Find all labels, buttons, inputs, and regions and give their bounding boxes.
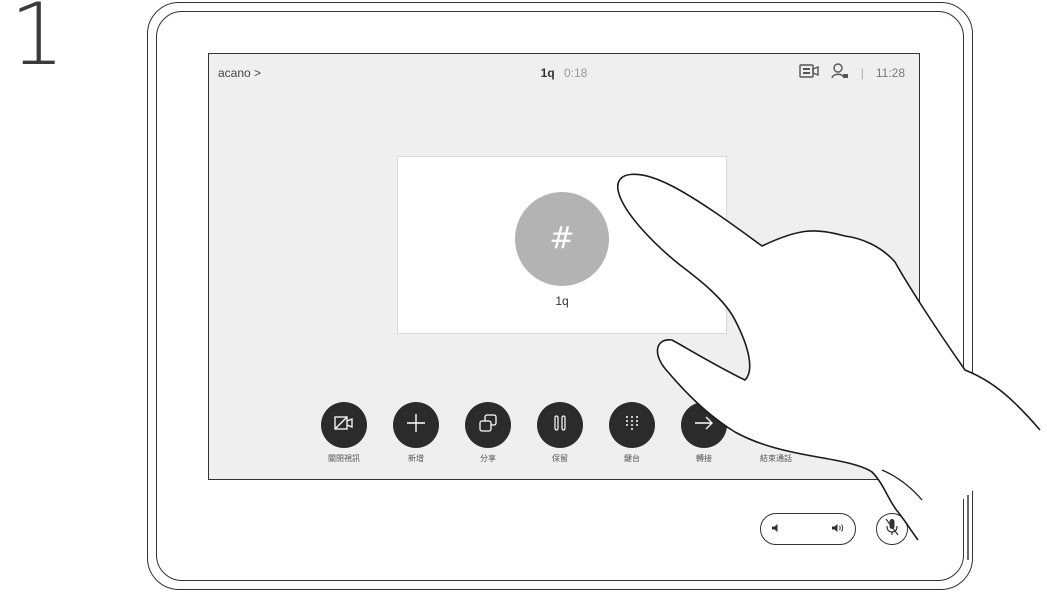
add-button[interactable]: 新增: [392, 402, 440, 464]
camera-off-button[interactable]: 關閉視訊: [320, 402, 368, 464]
arrow-right-icon: [694, 415, 714, 436]
participant-tile[interactable]: # 1q: [397, 156, 727, 334]
keypad-label: 鍵台: [624, 454, 640, 463]
participants-icon[interactable]: [831, 63, 849, 82]
step-number: 1: [10, 0, 65, 85]
pause-icon: [553, 414, 567, 436]
transfer-label: 轉接: [696, 454, 712, 463]
volume-up-icon[interactable]: [831, 520, 845, 538]
call-name: 1q: [540, 66, 555, 80]
add-label: 新增: [408, 454, 424, 463]
transfer-button[interactable]: 轉接: [680, 402, 728, 464]
status-bar: acano > 1q 0:18 | 11:28: [209, 54, 919, 90]
touch-screen: acano > 1q 0:18 | 11:28 # 1q 關閉視訊 新增 分享 …: [208, 53, 920, 480]
keypad-icon: [625, 415, 639, 436]
hold-button[interactable]: 保留: [536, 402, 584, 464]
hold-label: 保留: [552, 454, 568, 463]
camera-off-label: 關閉視訊: [328, 454, 360, 463]
volume-down-icon[interactable]: [771, 520, 781, 538]
share-icon: [478, 413, 498, 438]
avatar: #: [515, 192, 609, 286]
clock: 11:28: [875, 65, 905, 80]
camera-off-icon: [334, 415, 354, 436]
plus-icon: [406, 413, 426, 438]
call-timer: 0:18: [564, 66, 588, 80]
separator: |: [860, 65, 864, 80]
self-view-icon[interactable]: [799, 64, 819, 81]
status-right: | 11:28: [799, 63, 905, 82]
end-call-button[interactable]: 結束通話: [752, 402, 800, 464]
microphone-mute-button[interactable]: [876, 513, 908, 545]
volume-control[interactable]: [760, 513, 856, 545]
keypad-button[interactable]: 鍵台: [608, 402, 656, 464]
end-call-label: 結束通話: [760, 454, 792, 463]
microphone-mute-icon: [885, 518, 899, 541]
share-label: 分享: [480, 454, 496, 463]
participant-name: 1q: [555, 294, 569, 308]
share-button[interactable]: 分享: [464, 402, 512, 464]
